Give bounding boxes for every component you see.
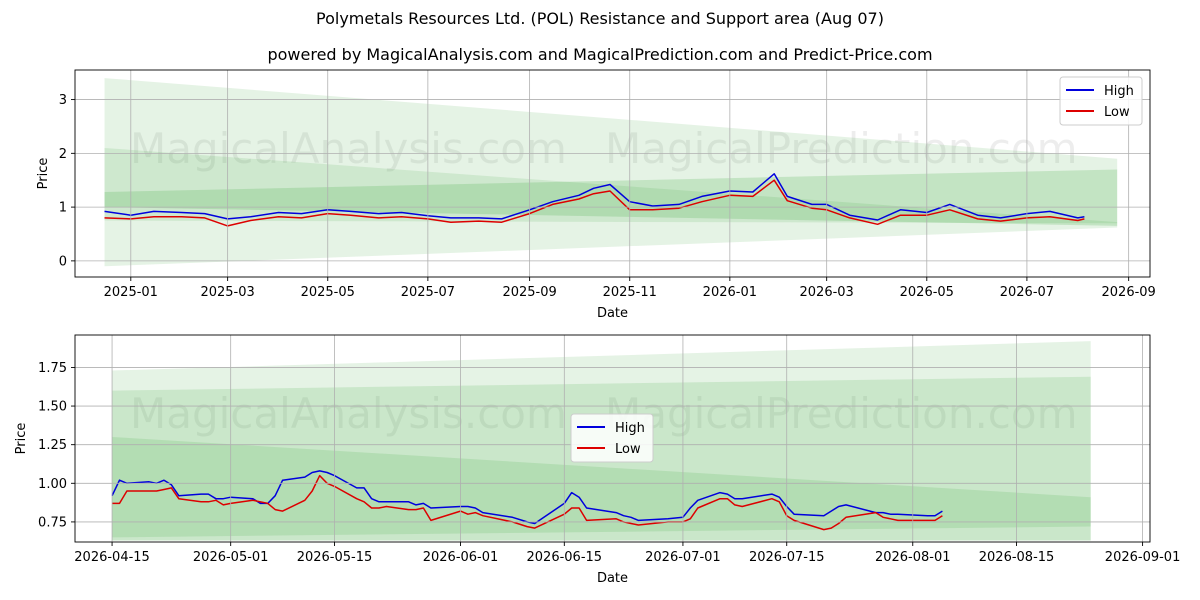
x-axis-label: Date — [597, 306, 628, 321]
y-tick-label: 1.00 — [38, 477, 67, 492]
x-tick-label: 2026-03 — [800, 285, 854, 300]
x-tick-label: 2026-08-15 — [979, 550, 1055, 565]
y-tick-label: 1.75 — [38, 361, 67, 376]
x-tick-label: 2026-08-01 — [875, 550, 951, 565]
x-tick-label: 2026-09-01 — [1105, 550, 1181, 565]
legend-label-high: High — [1104, 84, 1134, 99]
y-tick-label: 1 — [59, 201, 67, 216]
x-tick-label: 2026-07-01 — [645, 550, 721, 565]
x-tick-label: 2025-03 — [200, 285, 254, 300]
x-tick-label: 2025-11 — [603, 285, 657, 300]
legend: High Low — [570, 413, 654, 463]
x-tick-label: 2026-05 — [900, 285, 954, 300]
x-tick-label: 2026-07-15 — [749, 550, 825, 565]
x-tick-label: 2025-05 — [301, 285, 355, 300]
x-tick-label: 2026-05-01 — [193, 550, 269, 565]
x-tick-label: 2026-06-01 — [423, 550, 499, 565]
x-tick-label: 2026-04-15 — [74, 550, 150, 565]
y-axis-label: Price — [14, 423, 29, 455]
x-tick-label: 2025-09 — [502, 285, 556, 300]
x-tick-label: 2025-07 — [401, 285, 455, 300]
x-tick-label: 2026-01 — [703, 285, 757, 300]
x-tick-label: 2026-05-15 — [297, 550, 373, 565]
x-tick-label: 2026-06-15 — [527, 550, 603, 565]
legend-label-low: Low — [615, 442, 641, 457]
y-tick-label: 2 — [59, 147, 67, 162]
x-axis-label: Date — [597, 571, 628, 586]
x-tick-label: 2026-07 — [1000, 285, 1054, 300]
x-tick-label: 2026-09 — [1102, 285, 1156, 300]
legend-label-high: High — [615, 421, 645, 436]
legend: High Low — [1059, 76, 1143, 126]
y-tick-label: 0 — [59, 254, 67, 269]
plot-area — [104, 78, 1118, 267]
y-tick-label: 3 — [59, 93, 67, 108]
chart-panel-2: MagicalAnalysis.com MagicalPrediction.com… — [14, 334, 1181, 586]
chart-figure: MagicalAnalysis.com MagicalPrediction.com… — [14, 69, 1181, 586]
y-tick-label: 0.75 — [38, 515, 67, 530]
y-tick-label: 1.50 — [38, 400, 67, 415]
x-tick-label: 2025-01 — [104, 285, 158, 300]
y-axis-label: Price — [36, 158, 51, 190]
chart-panel-1: MagicalAnalysis.com MagicalPrediction.com… — [36, 69, 1156, 321]
legend-label-low: Low — [1104, 105, 1130, 120]
y-tick-label: 1.25 — [38, 438, 67, 453]
